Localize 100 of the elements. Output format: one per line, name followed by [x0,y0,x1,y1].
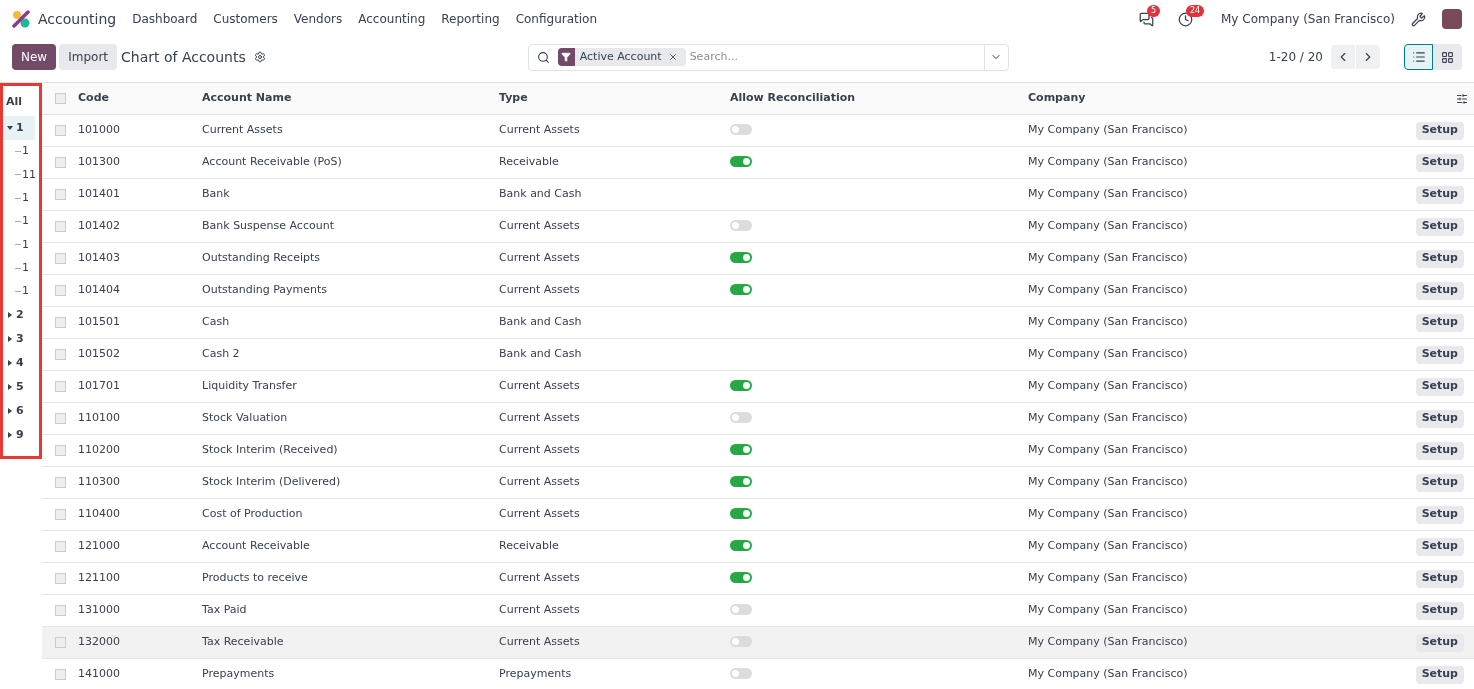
toggle-switch[interactable] [730,476,752,488]
menu-item[interactable]: Dashboard [132,10,198,28]
caret-icon[interactable] [7,432,13,439]
toggle-switch[interactable] [730,604,752,616]
column-header[interactable]: Code [78,90,202,107]
user-avatar[interactable] [1442,9,1462,29]
caret-icon[interactable] [7,408,13,415]
setup-button[interactable]: Setup [1415,345,1464,364]
view-switch-button[interactable] [1404,44,1433,70]
toggle-switch[interactable] [730,444,752,456]
toggle-switch[interactable] [730,540,752,552]
toggle-switch[interactable] [730,572,752,584]
setup-button[interactable]: Setup [1415,217,1464,236]
tree-item[interactable]: 4 [3,351,35,376]
toggle-switch[interactable] [730,668,752,680]
row-checkbox[interactable] [55,221,66,232]
new-button[interactable]: New [12,44,57,70]
setup-button[interactable]: Setup [1415,185,1464,204]
row-checkbox[interactable] [55,317,66,328]
tree-item[interactable]: 1 [3,116,35,140]
caret-icon[interactable] [7,360,13,367]
toggle-switch[interactable] [730,636,752,648]
setup-button[interactable]: Setup [1415,409,1464,428]
setup-button[interactable]: Setup [1415,601,1464,620]
row-checkbox[interactable] [55,413,66,424]
row-checkbox[interactable] [55,605,66,616]
setup-button[interactable]: Setup [1415,473,1464,492]
app-name[interactable]: Accounting [38,8,117,30]
search-field[interactable]: Active Account Search... [527,43,1009,71]
column-header[interactable]: Type [499,90,730,107]
menu-item[interactable]: Reporting [441,10,500,28]
row-checkbox[interactable] [55,573,66,584]
row-checkbox[interactable] [55,509,66,520]
caret-icon[interactable] [7,125,13,131]
row-checkbox[interactable] [55,381,66,392]
setup-button[interactable]: Setup [1415,313,1464,332]
toggle-switch[interactable] [730,412,752,424]
setup-button[interactable]: Setup [1415,665,1464,684]
settings-icon[interactable] [253,51,266,63]
previous-button[interactable] [1331,45,1355,69]
close-icon[interactable] [667,52,678,62]
app-logo-icon[interactable] [12,10,30,28]
setup-button[interactable]: Setup [1415,121,1464,140]
company-switcher[interactable]: My Company (San Francisco) [1221,10,1395,28]
column-header[interactable]: Account Name [202,90,499,107]
setup-button[interactable]: Setup [1415,377,1464,396]
row-checkbox[interactable] [55,541,66,552]
column-header[interactable]: Allow Reconciliation [730,90,1028,107]
toggle-switch[interactable] [730,156,752,168]
column-header[interactable]: Company [1028,90,1456,107]
search-input[interactable]: Search... [689,48,984,66]
messages-icon[interactable] [1139,11,1154,27]
tree-item[interactable]: 2 [3,303,35,328]
tree-item[interactable]: 9 [3,423,35,448]
row-checkbox[interactable] [55,445,66,456]
setup-button[interactable]: Setup [1415,537,1464,556]
tree-item[interactable]: 1 [22,143,29,160]
row-checkbox[interactable] [55,253,66,264]
menu-item[interactable]: Customers [213,10,278,28]
tree-item[interactable]: 1 [22,213,29,230]
next-button[interactable] [1356,45,1380,69]
select-all-checkbox[interactable] [55,93,66,104]
tree-item[interactable]: 1 [22,190,29,207]
table-row[interactable]: 132000 Tax Receivable Current Assets My Company (San Francisco) Setup [42,627,1474,659]
toggle-switch[interactable] [730,284,752,296]
setup-button[interactable]: Setup [1415,569,1464,588]
row-checkbox[interactable] [55,637,66,648]
caret-icon[interactable] [7,336,13,343]
setup-button[interactable]: Setup [1415,505,1464,524]
setup-button[interactable]: Setup [1415,249,1464,268]
tree-item[interactable]: 5 [3,375,35,400]
caret-icon[interactable] [7,384,13,391]
toggle-switch[interactable] [730,220,752,232]
row-checkbox[interactable] [55,189,66,200]
menu-item[interactable]: Accounting [358,10,426,28]
tree-item[interactable]: 1 [22,259,29,277]
tools-icon[interactable] [1411,11,1426,27]
column-settings-icon[interactable] [1456,92,1468,105]
row-checkbox[interactable] [55,157,66,168]
tree-all-item[interactable]: All [3,92,39,116]
row-checkbox[interactable] [55,669,66,680]
tree-item[interactable]: 3 [3,327,35,352]
caret-icon[interactable] [7,312,13,319]
view-switch-button[interactable] [1433,44,1462,70]
toggle-switch[interactable] [730,508,752,520]
setup-button[interactable]: Setup [1415,281,1464,300]
row-checkbox[interactable] [55,477,66,488]
import-button[interactable]: Import [59,44,117,70]
row-checkbox[interactable] [55,349,66,360]
tree-item[interactable]: 1 [22,236,29,254]
tree-item[interactable]: 6 [3,399,35,424]
filter-facet[interactable]: Active Account [557,48,686,66]
setup-button[interactable]: Setup [1415,153,1464,172]
row-checkbox[interactable] [55,285,66,296]
menu-item[interactable]: Configuration [515,10,597,28]
setup-button[interactable]: Setup [1415,633,1464,652]
setup-button[interactable]: Setup [1415,441,1464,460]
tree-item[interactable]: 11 [22,166,36,184]
menu-item[interactable]: Vendors [293,10,343,28]
toggle-switch[interactable] [730,380,752,392]
